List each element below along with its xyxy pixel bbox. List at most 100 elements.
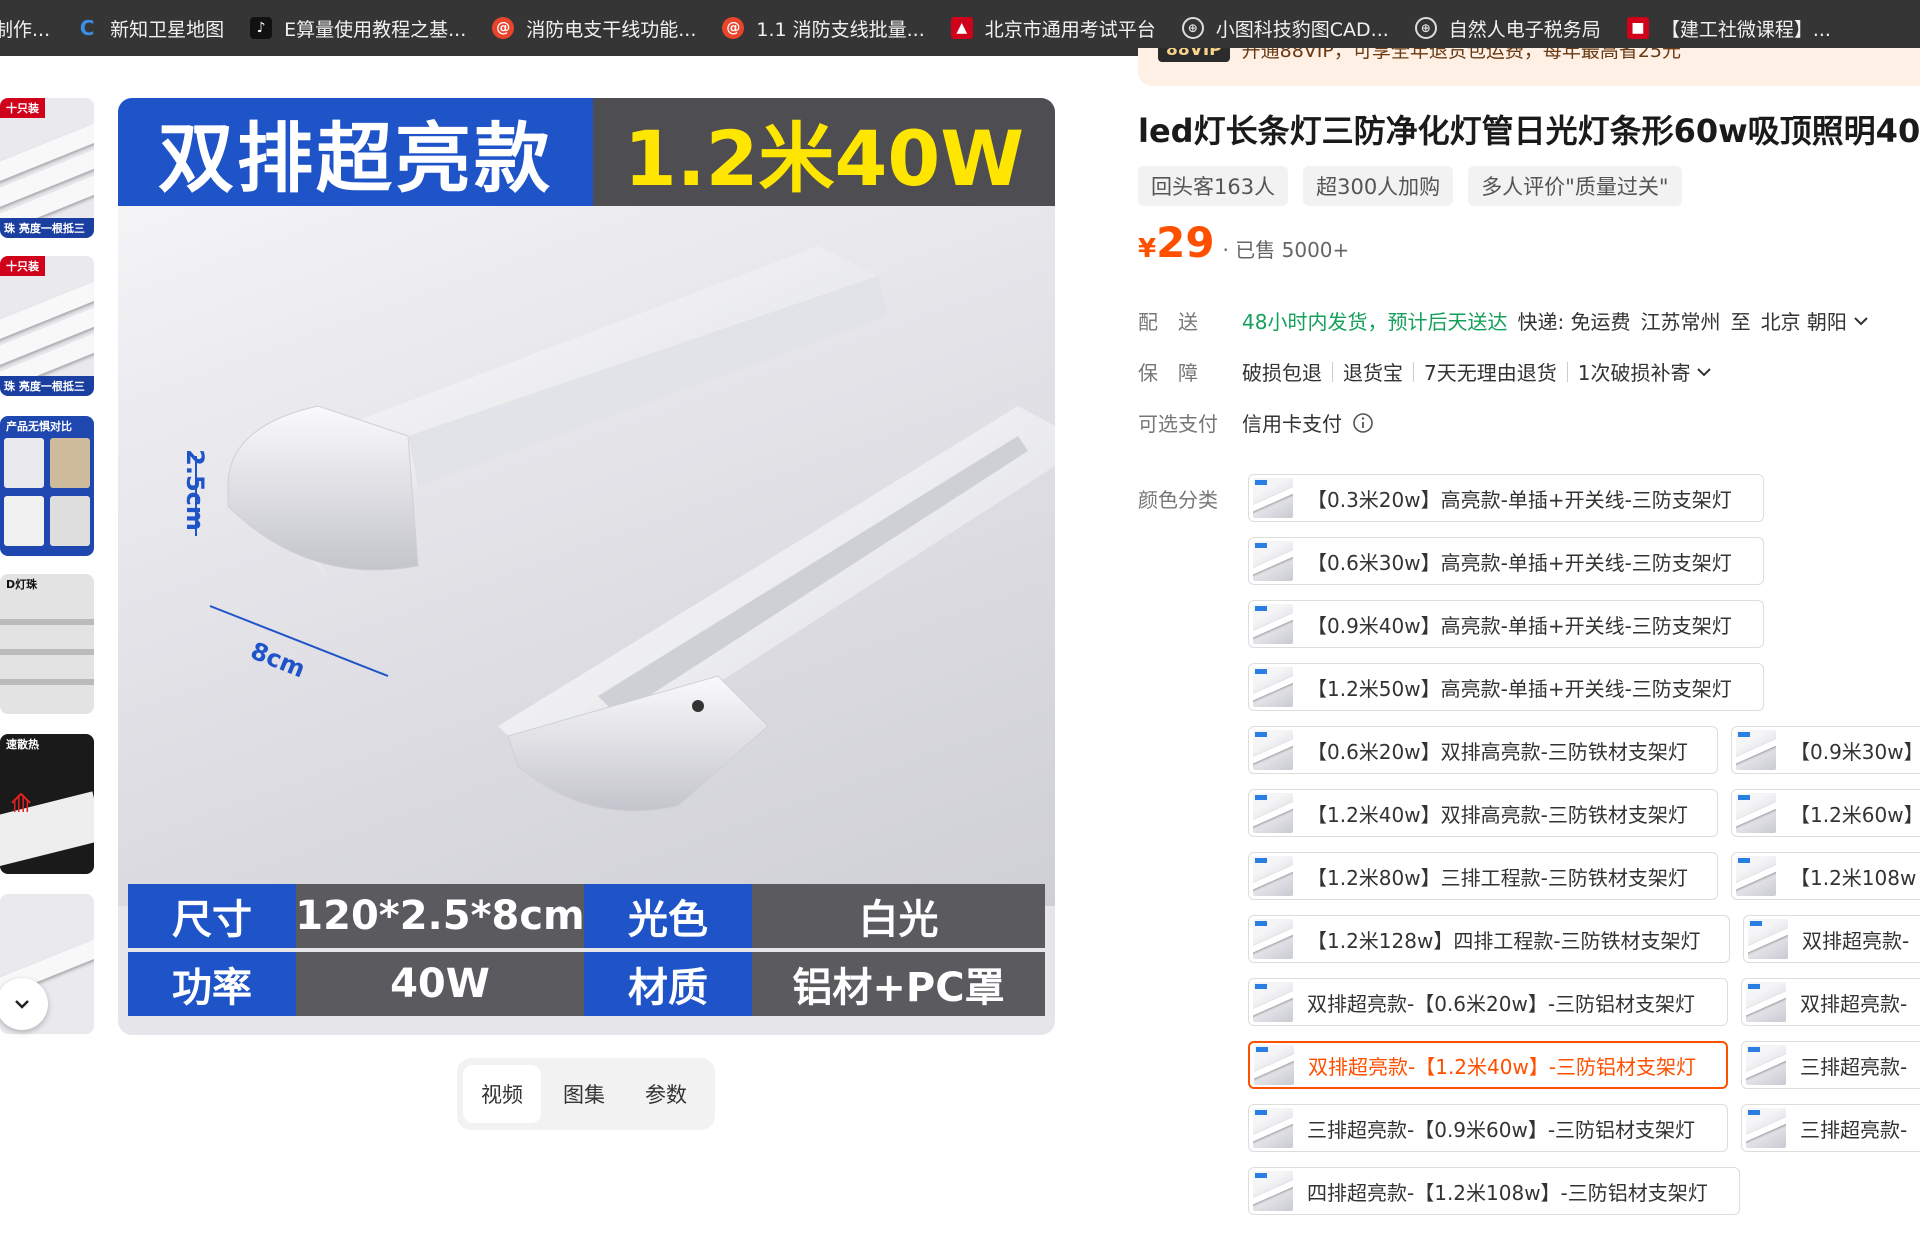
- sku-option[interactable]: 【0.3米20w】高亮款-单插+开关线-三防支架灯: [1248, 474, 1764, 522]
- divider: [1332, 361, 1333, 382]
- sku-option-label: 【0.3米20w】高亮款-单插+开关线-三防支架灯: [1307, 487, 1732, 512]
- product-title: led灯长条灯三防净化灯管日光灯条形60w吸顶照明40w工作: [1138, 112, 1920, 150]
- bookmark-4[interactable]: @ 1.1 消防支线批量...: [722, 15, 925, 42]
- sku-option[interactable]: 三排超亮款-【0.9米60w】-三防铝材支架灯: [1248, 1104, 1728, 1152]
- thumbnail-caption: 珠 亮度一根抵三: [0, 218, 94, 238]
- thumbnail-1[interactable]: 十只装 珠 亮度一根抵三: [0, 98, 94, 238]
- sku-option[interactable]: 【0.9米40w】高亮款-单插+开关线-三防支架灯: [1248, 600, 1764, 648]
- chip-quality[interactable]: 多人评价"质量过关": [1468, 166, 1682, 206]
- sku-option-label: 双排超亮款-【1.2米40w】-三防铝材支架灯: [1308, 1054, 1697, 1079]
- sku-option[interactable]: 【1.2米60w】: [1731, 789, 1920, 837]
- sku-option-label: 【1.2米40w】双排高亮款-三防铁材支架灯: [1307, 802, 1688, 827]
- thumbnail-tag: 十只装: [0, 256, 45, 276]
- shipping-fee: 快递: 免运费: [1517, 310, 1631, 334]
- bookmark-1-label: 新知卫星地图: [110, 18, 225, 41]
- color-category-label: 颜色分类: [1138, 488, 1218, 512]
- sku-option-label: 【1.2米60w】: [1790, 802, 1920, 827]
- info-icon[interactable]: [1352, 412, 1374, 434]
- sku-option[interactable]: 【0.9米30w】: [1731, 726, 1920, 774]
- tiktok-icon: ♪: [250, 17, 273, 39]
- spec-value: 40W: [296, 952, 584, 1016]
- sku-thumbnail: [1254, 1045, 1294, 1085]
- bookmark-5[interactable]: ▲ 北京市通用考试平台: [950, 15, 1156, 42]
- sold-count: · 已售 5000+: [1222, 238, 1350, 262]
- sku-thumbnail: [1253, 856, 1293, 896]
- sku-option-label: 【0.6米20w】双排高亮款-三防铁材支架灯: [1307, 739, 1688, 764]
- sku-thumbnail: [1253, 919, 1293, 959]
- sku-thumbnail: [1253, 1171, 1293, 1211]
- thumbnail-4[interactable]: D灯珠: [0, 574, 94, 714]
- sku-option-label: 【1.2米108w: [1790, 865, 1917, 890]
- dimension-height-label: 2.5cm: [180, 449, 209, 531]
- bookmark-5-label: 北京市通用考试平台: [984, 18, 1156, 41]
- swirl-red-icon: @: [722, 17, 745, 39]
- thumbnail-5[interactable]: 速散热 ⟰: [0, 734, 94, 874]
- tab-video[interactable]: 视频: [463, 1065, 541, 1123]
- tab-gallery[interactable]: 图集: [545, 1065, 623, 1123]
- bookmark-1[interactable]: C 新知卫星地图: [76, 15, 224, 42]
- sku-option-label: 【0.6米30w】高亮款-单插+开关线-三防支架灯: [1307, 550, 1732, 575]
- payment-row: 可选支付 信用卡支付: [1138, 408, 1374, 437]
- sku-thumbnail: [1746, 982, 1786, 1022]
- led-fixture-illustration: [195, 246, 1055, 812]
- guarantee-item[interactable]: 1次破损补寄: [1578, 357, 1691, 386]
- sku-option-label: 【1.2米80w】三排工程款-三防铁材支架灯: [1307, 865, 1688, 890]
- sku-option[interactable]: 【0.6米20w】双排高亮款-三防铁材支架灯: [1248, 726, 1718, 774]
- sku-option[interactable]: 四排超亮款-【1.2米108w】-三防铝材支架灯: [1248, 1167, 1740, 1215]
- bookmark-3-label: 消防电支干线功能...: [526, 18, 697, 41]
- sku-option[interactable]: 双排超亮款-【0.6米20w】-三防铝材支架灯: [1248, 978, 1728, 1026]
- sku-thumbnail: [1253, 982, 1293, 1022]
- divider: [1566, 361, 1568, 382]
- sku-option-selected[interactable]: 双排超亮款-【1.2米40w】-三防铝材支架灯: [1248, 1041, 1728, 1089]
- globe-icon: ⊕: [1414, 17, 1437, 39]
- red-flag-icon: ▲: [950, 17, 973, 39]
- sku-option-label: 四排超亮款-【1.2米108w】-三防铝材支架灯: [1307, 1180, 1708, 1205]
- thumbnail-3[interactable]: 产品无惧对比: [0, 416, 94, 556]
- chip-repeat-customers: 回头客163人: [1138, 166, 1289, 206]
- media-tabs: 视频 图集 参数: [457, 1058, 715, 1130]
- thumbnail-caption: 珠 亮度一根抵三: [0, 376, 94, 396]
- sku-option[interactable]: 双排超亮款-: [1743, 915, 1920, 963]
- bookmark-7[interactable]: ⊕ 自然人电子税务局: [1414, 15, 1601, 42]
- bookmark-0[interactable]: 制作...: [0, 15, 50, 42]
- thumbnail-2[interactable]: 十只装 珠 亮度一根抵三: [0, 256, 94, 396]
- sku-option[interactable]: 【0.6米30w】高亮款-单插+开关线-三防支架灯: [1248, 537, 1764, 585]
- sku-option-label: 三排超亮款-【0.9米60w】-三防铝材支架灯: [1307, 1117, 1696, 1142]
- price-block: ¥ 29 · 已售 5000+: [1138, 218, 1349, 267]
- sku-option[interactable]: 双排超亮款-: [1741, 978, 1920, 1026]
- bookmark-7-label: 自然人电子税务局: [1448, 18, 1601, 41]
- bookmark-3[interactable]: @ 消防电支干线功能...: [492, 15, 696, 42]
- chevron-down-icon: [15, 1000, 29, 1009]
- sku-option[interactable]: 三排超亮款-: [1741, 1104, 1920, 1152]
- main-product-image[interactable]: 双排超亮款 1.2米40W 2.5cm 8cm 尺寸 120*2.5*8cm 光…: [118, 98, 1055, 1035]
- thumbnail-tag: 十只装: [0, 98, 45, 118]
- ship-to-selector[interactable]: 北京 朝阳: [1761, 306, 1847, 335]
- spec-table: 尺寸 120*2.5*8cm 光色 白光 功率 40W 材质 铝材+PC罩: [128, 884, 1045, 1016]
- price-currency: ¥: [1138, 234, 1157, 264]
- guarantee-item: 退货宝: [1343, 361, 1403, 385]
- vip-banner[interactable]: 88VIP 开通88VIP，可享全年退货包运费，每年最高省25元: [1138, 48, 1920, 86]
- bookmark-2[interactable]: ♪ E算量使用教程之基...: [250, 15, 466, 42]
- bookmark-0-label: 制作...: [0, 18, 51, 41]
- payment-method: 信用卡支付: [1242, 412, 1342, 436]
- sku-option-label: 【0.9米40w】高亮款-单插+开关线-三防支架灯: [1307, 613, 1732, 638]
- sku-thumbnail: [1746, 1108, 1786, 1148]
- bookmark-8-label: 【建工社微课程】...: [1660, 18, 1831, 41]
- bookmark-6[interactable]: ⊕ 小图科技豹图CAD...: [1181, 15, 1389, 42]
- sku-thumbnail: [1748, 919, 1788, 959]
- chevron-down-icon[interactable]: [1851, 311, 1871, 331]
- sku-option-label: 三排超亮款-: [1800, 1054, 1908, 1079]
- bookmark-2-label: E算量使用教程之基...: [284, 18, 467, 41]
- chevron-down-icon[interactable]: [1694, 362, 1714, 382]
- bookmark-8[interactable]: ■ 【建工社微课程】...: [1626, 15, 1831, 42]
- sku-option[interactable]: 【1.2米50w】高亮款-单插+开关线-三防支架灯: [1248, 663, 1764, 711]
- tab-params[interactable]: 参数: [627, 1065, 705, 1123]
- spec-value: 120*2.5*8cm: [295, 884, 585, 948]
- sku-option[interactable]: 【1.2米128w】四排工程款-三防铁材支架灯: [1248, 915, 1730, 963]
- spec-key: 光色: [584, 884, 752, 948]
- sku-option[interactable]: 三排超亮款-: [1741, 1041, 1920, 1089]
- sku-option[interactable]: 【1.2米108w: [1731, 852, 1920, 900]
- sku-option[interactable]: 【1.2米80w】三排工程款-三防铁材支架灯: [1248, 852, 1718, 900]
- sku-option[interactable]: 【1.2米40w】双排高亮款-三防铁材支架灯: [1248, 789, 1718, 837]
- sku-thumbnail: [1253, 667, 1293, 707]
